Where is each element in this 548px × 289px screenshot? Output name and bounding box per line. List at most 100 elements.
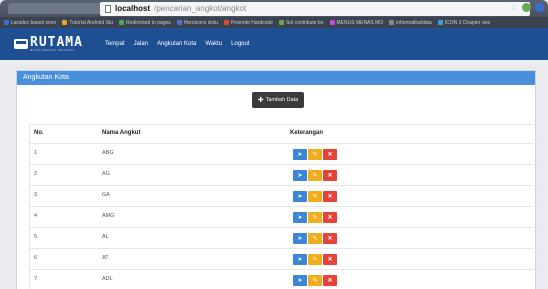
nav-waktu[interactable]: Waktu xyxy=(205,41,222,47)
view-button[interactable]: ➤ xyxy=(293,275,307,286)
delete-button[interactable]: ✕ xyxy=(323,191,337,202)
delete-button[interactable]: ✕ xyxy=(323,149,337,160)
table-row: 1 ABG ➤ ✎ ✕ xyxy=(30,143,540,164)
view-button[interactable]: ➤ xyxy=(293,254,307,265)
bookmark-item[interactable]: Heroicons sistu xyxy=(176,19,218,26)
pencil-icon: ✎ xyxy=(312,256,318,263)
send-icon: ➤ xyxy=(297,277,303,284)
address-bar[interactable]: localhost/pencarian_angkot/angkot xyxy=(100,2,530,16)
close-icon: ✕ xyxy=(327,193,333,200)
angkot-table: No. Nama Angkut Keterangan 1 ABG ➤ ✎ ✕ 2 AG ➤ ✎ ✕… xyxy=(29,124,541,289)
pencil-icon: ✎ xyxy=(312,214,318,221)
bookmark-favicon-icon xyxy=(224,20,229,25)
bookmark-item[interactable]: Tutorial Android Stu xyxy=(62,20,113,26)
edit-button[interactable]: ✎ xyxy=(308,254,322,265)
edit-button[interactable]: ✎ xyxy=(308,170,322,181)
bookmark-favicon-icon xyxy=(437,20,443,25)
edit-button[interactable]: ✎ xyxy=(308,275,322,286)
row-actions: ➤ ✎ ✕ xyxy=(293,191,337,202)
add-data-label: Tambah Data xyxy=(265,97,299,103)
edit-button[interactable]: ✎ xyxy=(308,233,322,244)
table-row: 6 AT ➤ ✎ ✕ xyxy=(30,248,540,269)
bookmark-label: MENUS MENAS MO xyxy=(336,19,384,26)
bookmark-label: informatika/data xyxy=(396,19,432,26)
view-button[interactable]: ➤ xyxy=(293,233,307,244)
bookmark-label: Redirected to pages xyxy=(126,19,171,26)
row-actions: ➤ ✎ ✕ xyxy=(293,149,337,160)
nav-tempat[interactable]: Tempat xyxy=(105,41,125,47)
table-row: 4 AMG ➤ ✎ ✕ xyxy=(30,206,540,227)
close-icon: ✕ xyxy=(327,256,333,263)
row-number: 7 xyxy=(34,276,38,282)
row-angkot-name: AL xyxy=(102,234,109,240)
row-actions: ➤ ✎ ✕ xyxy=(293,212,337,223)
row-angkot-name: GA xyxy=(102,192,110,198)
url-host: localhost xyxy=(115,4,151,13)
row-number: 5 xyxy=(34,234,38,240)
bookmark-item[interactable]: Redirected to pages xyxy=(119,20,171,26)
table-row: 5 AL ➤ ✎ ✕ xyxy=(30,227,540,248)
send-icon: ➤ xyxy=(297,235,303,242)
row-angkot-name: AMG xyxy=(102,213,115,219)
bookmark-label: Laradoc based seon xyxy=(11,19,57,26)
bookmark-favicon-icon xyxy=(329,20,335,25)
bookmark-item[interactable]: Sol contribute bo xyxy=(278,19,324,26)
view-button[interactable]: ➤ xyxy=(293,212,307,223)
row-actions: ➤ ✎ ✕ xyxy=(293,170,337,181)
row-angkot-name: ABG xyxy=(102,150,114,156)
close-icon: ✕ xyxy=(327,172,333,179)
nav-logout[interactable]: Logout xyxy=(231,41,249,47)
panel-title: Angkutan Kota xyxy=(17,71,535,85)
bookmark-item[interactable]: Promote Hardcode xyxy=(224,20,273,26)
row-number: 4 xyxy=(34,213,38,219)
delete-button[interactable]: ✕ xyxy=(323,212,337,223)
edit-button[interactable]: ✎ xyxy=(308,212,322,223)
row-actions: ➤ ✎ ✕ xyxy=(293,254,337,265)
bookmark-item[interactable]: MENUS MENAS MO xyxy=(329,19,384,26)
table-row: 3 GA ➤ ✎ ✕ xyxy=(30,185,540,206)
app-logo[interactable]: RUTAMA RUTE ANGKOT MALANG xyxy=(14,36,83,52)
delete-button[interactable]: ✕ xyxy=(323,170,337,181)
close-icon: ✕ xyxy=(327,214,333,221)
plus-icon: ✚ xyxy=(257,96,264,104)
bookmark-favicon-icon xyxy=(4,20,9,25)
nav-jalan[interactable]: Jalan xyxy=(134,41,148,47)
browser-toolbar-icons: ☆ xyxy=(510,3,544,12)
delete-button[interactable]: ✕ xyxy=(323,233,337,244)
edit-button[interactable]: ✎ xyxy=(308,191,322,202)
bookmark-favicon-icon xyxy=(119,20,125,25)
edit-button[interactable]: ✎ xyxy=(308,149,322,160)
page-icon xyxy=(105,5,111,13)
bookmark-item[interactable]: Laradoc based seon xyxy=(4,20,56,26)
close-icon: ✕ xyxy=(327,235,333,242)
bookmark-label: Sol contribute bo xyxy=(285,19,324,26)
bookmark-label: ICON 3 Chapter ano xyxy=(444,19,491,26)
browser-tab[interactable] xyxy=(8,3,108,14)
row-angkot-name: AG xyxy=(102,171,110,177)
table-header: No. Nama Angkut Keterangan xyxy=(30,125,540,143)
view-button[interactable]: ➤ xyxy=(293,170,307,181)
extension-icon[interactable] xyxy=(535,3,544,12)
add-data-button[interactable]: ✚ Tambah Data xyxy=(252,92,304,108)
view-button[interactable]: ➤ xyxy=(293,149,307,160)
bookmark-label: Heroicons sistu xyxy=(183,19,218,26)
view-button[interactable]: ➤ xyxy=(293,191,307,202)
row-angkot-name: ADL xyxy=(102,276,113,282)
bookmark-item[interactable]: ICON 3 Chapter ano xyxy=(437,19,491,26)
close-icon: ✕ xyxy=(327,151,333,158)
pencil-icon: ✎ xyxy=(312,277,318,284)
row-angkot-name: AT xyxy=(102,255,109,261)
bookmark-star-icon[interactable]: ☆ xyxy=(510,3,518,12)
row-number: 3 xyxy=(34,192,38,198)
send-icon: ➤ xyxy=(297,172,303,179)
delete-button[interactable]: ✕ xyxy=(323,254,337,265)
pencil-icon: ✎ xyxy=(312,172,318,179)
table-row: 2 AG ➤ ✎ ✕ xyxy=(30,164,540,185)
bookmark-item[interactable]: informatika/data xyxy=(389,20,432,26)
row-number: 6 xyxy=(34,255,38,261)
row-actions: ➤ ✎ ✕ xyxy=(293,275,337,286)
extension-icon[interactable] xyxy=(522,3,531,12)
delete-button[interactable]: ✕ xyxy=(323,275,337,286)
header-keterangan: Keterangan xyxy=(290,130,324,136)
nav-angkutan-kota[interactable]: Angkutan Kota xyxy=(157,41,196,47)
